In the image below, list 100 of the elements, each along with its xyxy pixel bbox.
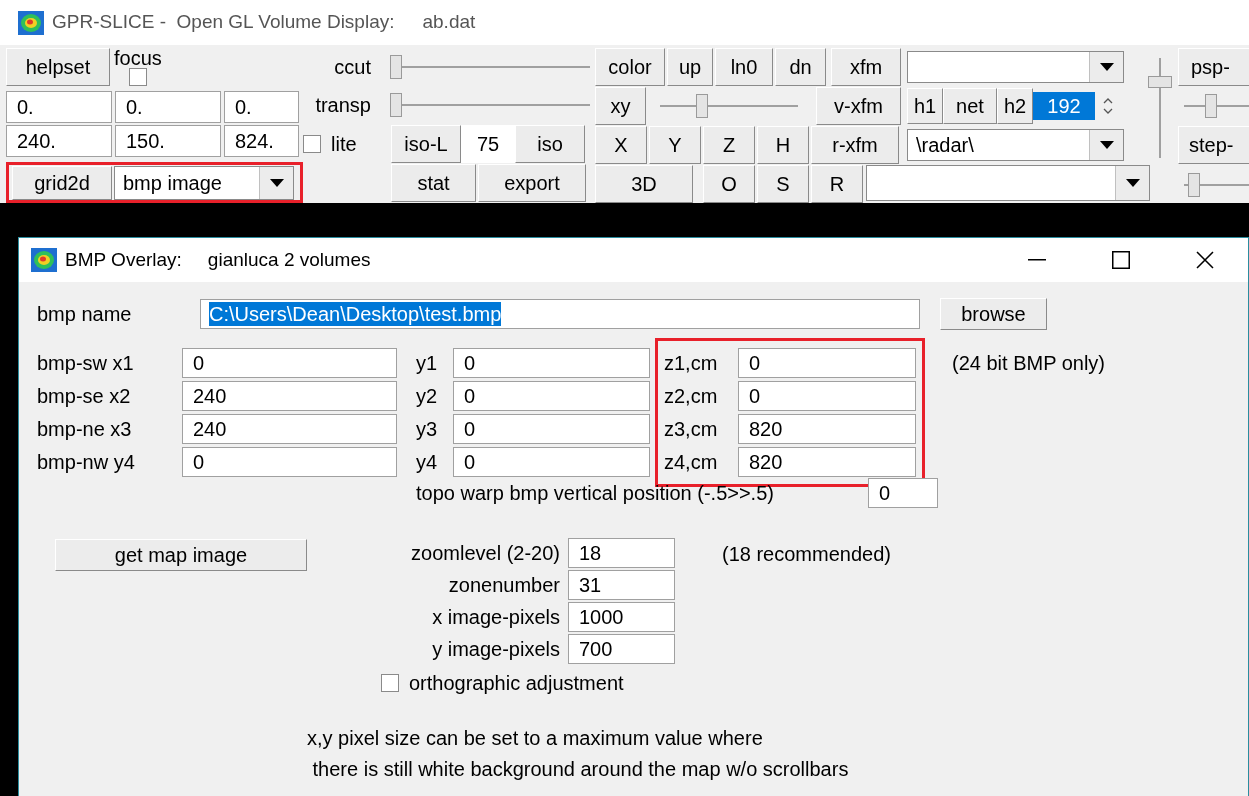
export-button[interactable]: export [478,164,586,203]
button[interactable]: up [667,48,713,86]
text-field[interactable]: 150. [115,124,221,157]
bmp-name-field[interactable]: C:\Users\Dean\Desktop\test.bmp [200,299,920,329]
slider[interactable] [390,54,590,79]
button[interactable]: R [811,165,863,203]
text-field[interactable]: 0 [868,478,938,508]
text-field[interactable]: 240. [6,124,112,157]
vertical-slider[interactable] [1145,58,1175,158]
3d-button[interactable]: 3D [595,165,693,203]
button[interactable]: dn [775,48,826,86]
corner-z-label: z3,cm [664,417,719,442]
button[interactable]: O [703,165,755,203]
text-field[interactable]: 0 [453,414,650,444]
button[interactable]: Y [649,126,701,164]
app-icon [18,10,44,35]
text-field[interactable]: 0 [453,348,650,378]
corner-z-label: z4,cm [664,450,719,475]
helpset-button[interactable]: helpset [6,48,110,86]
iso-button[interactable]: iso [515,124,585,163]
slider[interactable] [1182,173,1249,197]
caret-down-icon [1125,179,1140,187]
text-field[interactable]: 824. [224,124,299,157]
stat-button[interactable]: stat [391,164,476,203]
slider-thumb[interactable] [696,94,709,118]
text-field[interactable]: 0. [6,91,112,123]
button[interactable]: X [595,126,647,164]
minimize-icon[interactable] [1028,259,1046,261]
orthographic-label: orthographic adjustment [409,671,624,696]
button[interactable]: ln0 [715,48,773,86]
slider-thumb[interactable] [1187,173,1200,197]
app-icon [31,248,57,272]
corner-y-label: y4 [416,450,439,475]
iso-l-button[interactable]: iso-L [391,124,461,163]
file-name: ab.dat [422,10,476,35]
slider[interactable] [658,94,798,118]
button[interactable]: Z [703,126,755,164]
checkbox[interactable] [381,674,399,692]
get-map-image-button[interactable]: get map image [55,539,307,571]
iso-value-field[interactable]: 75 [461,124,515,163]
corner-z-label: z2,cm [664,384,719,409]
dropdown-arrow-button[interactable] [259,166,293,199]
text-field[interactable]: 18 [568,538,675,568]
button[interactable]: h1 [907,88,943,124]
text-field[interactable]: 31 [568,570,675,600]
text-field[interactable]: 0 [453,381,650,411]
step-button[interactable]: step- [1178,126,1249,164]
slider-thumb[interactable] [390,54,402,79]
map-field-label: x image-pixels [431,605,560,630]
text-field[interactable]: 240 [182,381,397,411]
map-field-label: zonenumber [447,573,560,598]
v-xfm-button[interactable]: v-xfm [816,87,901,125]
xfm-button[interactable]: xfm [831,48,901,86]
grid2d-button[interactable]: grid2d [12,165,112,200]
text-field[interactable]: 0. [115,91,221,123]
browse-button[interactable]: browse [940,298,1047,330]
text-field[interactable]: 0 [182,447,397,477]
number-spinner[interactable]: 192 [1033,92,1095,120]
text-field[interactable]: 820 [738,447,916,477]
corner-x-label: bmp-se x2 [37,384,132,409]
text-field[interactable]: 1000 [568,602,675,632]
caret-down-icon [1099,63,1114,71]
maximize-icon[interactable] [1112,251,1130,269]
text-field[interactable]: 0. [224,91,299,123]
slider[interactable] [390,93,590,117]
slider-thumb[interactable] [390,93,402,117]
slider[interactable] [1182,94,1249,118]
dropdown-arrow-button[interactable] [1115,166,1149,200]
checkbox[interactable] [128,68,147,86]
dropdown[interactable]: \radar\ [907,129,1124,161]
focus-label: focus [114,48,162,68]
checkbox[interactable] [303,134,321,153]
r-xfm-button[interactable]: r-xfm [811,126,899,164]
ccut-label: ccut [333,54,372,80]
dialog-subtitle: gianluca 2 volumes [207,247,371,272]
text-field[interactable]: 700 [568,634,675,664]
text-field[interactable]: 0 [738,381,916,411]
text-field[interactable]: 0 [738,348,916,378]
up-down-arrows-icon[interactable] [1103,96,1113,116]
dropdown-arrow-button[interactable] [1089,52,1123,82]
text-field[interactable]: 820 [738,414,916,444]
corner-y-label: y1 [416,351,439,376]
button[interactable]: H [757,126,809,164]
lite-label: lite [331,131,358,157]
text-field[interactable]: 240 [182,414,397,444]
text-field[interactable]: 0 [182,348,397,378]
text-field[interactable]: 0 [453,447,650,477]
dropdown-arrow-button[interactable] [1089,130,1123,160]
xy-button[interactable]: xy [595,87,646,125]
corner-z-label: z1,cm [664,351,719,376]
psp-button[interactable]: psp- [1178,48,1249,86]
slider-thumb[interactable] [1205,94,1218,118]
slider-thumb[interactable] [1148,75,1172,88]
dropdown[interactable]: bmp image [114,165,294,200]
dialog-title: BMP Overlay: [65,247,182,272]
close-icon[interactable] [1196,251,1214,269]
button[interactable]: S [757,165,809,203]
button[interactable]: h2 [997,88,1033,124]
button[interactable]: net [943,88,997,124]
button[interactable]: color [595,48,665,86]
